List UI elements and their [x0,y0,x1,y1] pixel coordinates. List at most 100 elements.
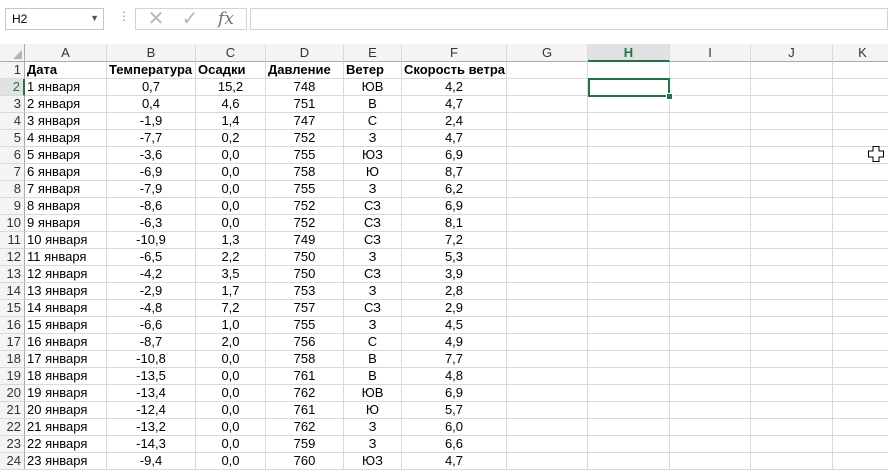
cell-h1[interactable] [588,62,670,79]
cell-d3[interactable]: 751 [266,96,344,113]
cell-h9[interactable] [588,198,670,215]
cell-g2[interactable] [507,79,588,96]
cell-f5[interactable]: 4,7 [402,130,507,147]
cell-j16[interactable] [751,317,833,334]
cell-a16[interactable]: 15 января [25,317,107,334]
cell-f2[interactable]: 4,2 [402,79,507,96]
cell-b22[interactable]: -13,2 [107,419,196,436]
cell-f11[interactable]: 7,2 [402,232,507,249]
cell-b10[interactable]: -6,3 [107,215,196,232]
cell-f20[interactable]: 6,9 [402,385,507,402]
cell-c7[interactable]: 0,0 [196,164,266,181]
cell-f3[interactable]: 4,7 [402,96,507,113]
cell-e10[interactable]: СЗ [344,215,402,232]
cell-k17[interactable] [833,334,888,351]
cell-k9[interactable] [833,198,888,215]
cell-h22[interactable] [588,419,670,436]
cell-b23[interactable]: -14,3 [107,436,196,453]
cell-k20[interactable] [833,385,888,402]
cell-k14[interactable] [833,283,888,300]
cell-i12[interactable] [670,249,751,266]
cell-j1[interactable] [751,62,833,79]
row-header-14[interactable]: 14 [0,283,25,300]
cell-j3[interactable] [751,96,833,113]
cell-b14[interactable]: -2,9 [107,283,196,300]
cell-a14[interactable]: 13 января [25,283,107,300]
cell-j15[interactable] [751,300,833,317]
cell-a15[interactable]: 14 января [25,300,107,317]
cell-c1[interactable]: Осадки [196,62,266,79]
cell-a12[interactable]: 11 января [25,249,107,266]
cell-g20[interactable] [507,385,588,402]
cell-j22[interactable] [751,419,833,436]
cell-e7[interactable]: Ю [344,164,402,181]
cell-d13[interactable]: 750 [266,266,344,283]
cell-f13[interactable]: 3,9 [402,266,507,283]
row-header-20[interactable]: 20 [0,385,25,402]
cell-i15[interactable] [670,300,751,317]
cell-h14[interactable] [588,283,670,300]
cell-h5[interactable] [588,130,670,147]
cell-e6[interactable]: ЮЗ [344,147,402,164]
cell-j12[interactable] [751,249,833,266]
cell-i17[interactable] [670,334,751,351]
cell-d10[interactable]: 752 [266,215,344,232]
cell-c12[interactable]: 2,2 [196,249,266,266]
cell-j6[interactable] [751,147,833,164]
cell-a17[interactable]: 16 января [25,334,107,351]
column-header-e[interactable]: E [344,44,402,62]
cell-g8[interactable] [507,181,588,198]
cell-g7[interactable] [507,164,588,181]
row-header-5[interactable]: 5 [0,130,25,147]
cell-h6[interactable] [588,147,670,164]
cell-i8[interactable] [670,181,751,198]
cell-f6[interactable]: 6,9 [402,147,507,164]
cell-d14[interactable]: 753 [266,283,344,300]
cell-d17[interactable]: 756 [266,334,344,351]
row-header-13[interactable]: 13 [0,266,25,283]
cell-b20[interactable]: -13,4 [107,385,196,402]
cell-k21[interactable] [833,402,888,419]
row-header-8[interactable]: 8 [0,181,25,198]
cell-e23[interactable]: З [344,436,402,453]
cell-b2[interactable]: 0,7 [107,79,196,96]
cell-d12[interactable]: 750 [266,249,344,266]
cell-f9[interactable]: 6,9 [402,198,507,215]
cell-k11[interactable] [833,232,888,249]
cell-e1[interactable]: Ветер [344,62,402,79]
cell-k2[interactable] [833,79,888,96]
cell-f18[interactable]: 7,7 [402,351,507,368]
cell-h7[interactable] [588,164,670,181]
cell-k3[interactable] [833,96,888,113]
cell-c21[interactable]: 0,0 [196,402,266,419]
cell-a3[interactable]: 2 января [25,96,107,113]
cell-f17[interactable]: 4,9 [402,334,507,351]
cell-k22[interactable] [833,419,888,436]
cell-h19[interactable] [588,368,670,385]
row-header-18[interactable]: 18 [0,351,25,368]
cell-e9[interactable]: СЗ [344,198,402,215]
cell-h21[interactable] [588,402,670,419]
cell-e16[interactable]: З [344,317,402,334]
cell-e12[interactable]: З [344,249,402,266]
cell-a6[interactable]: 5 января [25,147,107,164]
cell-b5[interactable]: -7,7 [107,130,196,147]
cell-e2[interactable]: ЮВ [344,79,402,96]
cell-f24[interactable]: 4,7 [402,453,507,470]
cell-a19[interactable]: 18 января [25,368,107,385]
cell-k23[interactable] [833,436,888,453]
cell-c8[interactable]: 0,0 [196,181,266,198]
cell-i18[interactable] [670,351,751,368]
cell-a18[interactable]: 17 января [25,351,107,368]
cell-d22[interactable]: 762 [266,419,344,436]
cell-e5[interactable]: З [344,130,402,147]
cell-d2[interactable]: 748 [266,79,344,96]
cell-j10[interactable] [751,215,833,232]
cell-c16[interactable]: 1,0 [196,317,266,334]
cell-f8[interactable]: 6,2 [402,181,507,198]
cell-c10[interactable]: 0,0 [196,215,266,232]
cell-k16[interactable] [833,317,888,334]
cell-i19[interactable] [670,368,751,385]
cell-i14[interactable] [670,283,751,300]
column-header-c[interactable]: C [196,44,266,62]
